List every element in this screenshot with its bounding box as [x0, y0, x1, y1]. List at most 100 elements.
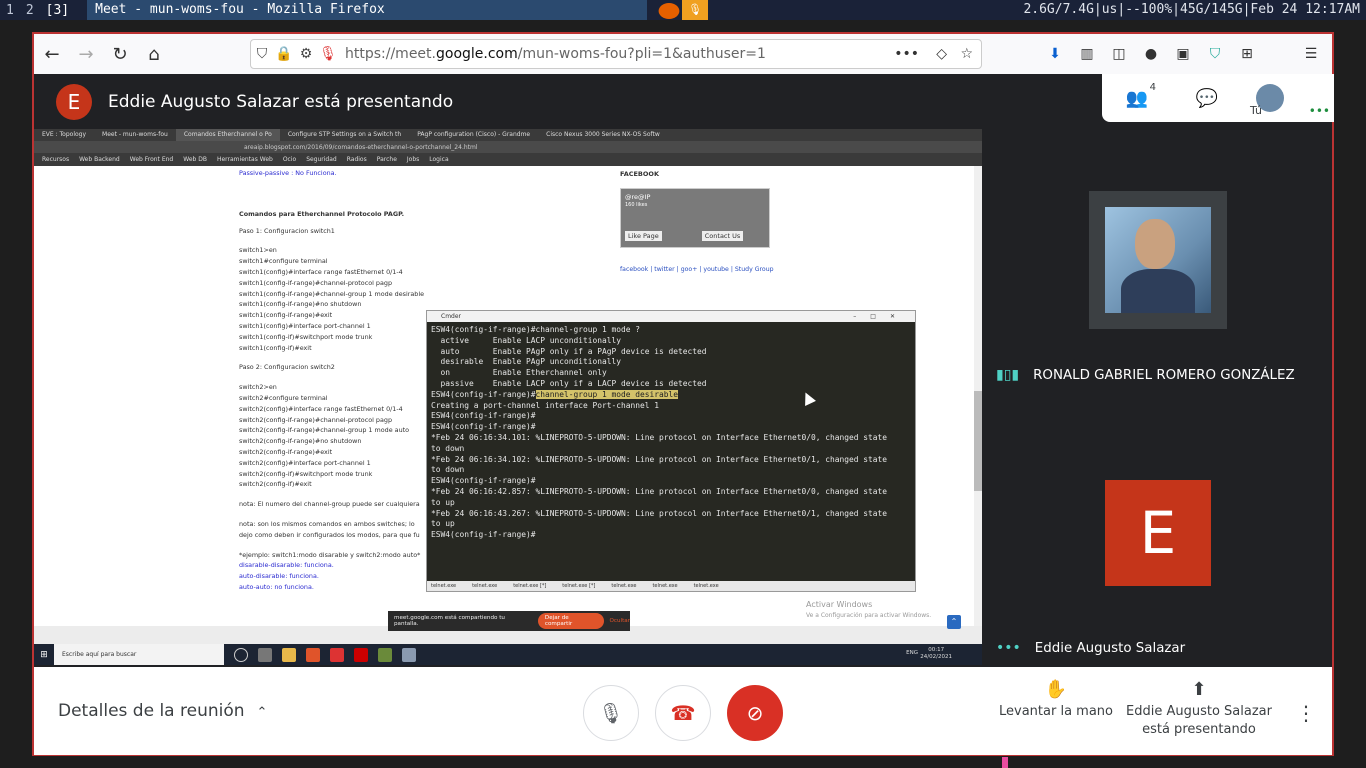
back-icon[interactable]: ←	[36, 38, 68, 70]
apps-icon[interactable]: ⊞	[1234, 40, 1260, 68]
presenting-button[interactable]: ⬆ Eddie Augusto Salazar está presentando	[1124, 681, 1274, 739]
activate-title: Activar Windows	[806, 600, 873, 609]
bookmark: Recursos	[42, 156, 70, 163]
bookmark: Ocio	[282, 156, 297, 163]
home-icon[interactable]: ⌂	[138, 38, 170, 70]
microphone-button[interactable]: 🎙	[583, 685, 639, 741]
presenting-label: Eddie Augusto Salazar	[1126, 704, 1272, 719]
present-icon: ⬆	[1191, 679, 1207, 700]
more-options-icon[interactable]: ⋮	[1296, 701, 1316, 725]
library-icon[interactable]: ▥	[1074, 40, 1100, 68]
self-label: Tú	[1250, 104, 1263, 117]
account-icon[interactable]: ●	[1138, 40, 1164, 68]
shared-address-bar: areaip.blogspot.com/2016/09/comandos-eth…	[34, 141, 982, 153]
bookmark: Web Backend	[79, 156, 120, 163]
browser-toolbar: ← → ↻ ⌂ ⛉ 🔒 ⚙ 🎙 https://meet.google.com/…	[34, 34, 1332, 74]
blog-line: Passive-passive : No Funciona.	[239, 169, 337, 177]
microphone-icon[interactable]: 🎙	[682, 0, 708, 20]
stop-sharing-button: Dejar de compartir	[537, 613, 604, 629]
forward-icon[interactable]: →	[70, 38, 102, 70]
participant-name: Eddie Augusto Salazar	[1034, 640, 1186, 656]
meeting-details-label: Detalles de la reunión	[58, 701, 245, 721]
blog-heading: Comandos para Etherchannel Protocolo PAG…	[239, 209, 405, 218]
extension-icon[interactable]: ▣	[1170, 40, 1196, 68]
blog-line: switch1(config)#interface range fastEthe…	[239, 267, 403, 276]
presenting-title: Eddie Augusto Salazar está presentando	[108, 92, 454, 112]
presenter-header: E Eddie Augusto Salazar está presentando	[56, 84, 453, 120]
blog-line: switch1>en	[239, 246, 277, 255]
terminal-line: passive Enable LACP only if a LACP devic…	[431, 378, 707, 388]
facebook-page-name: @re@IP	[625, 193, 651, 201]
shared-bookmarks: Recursos Web Backend Web Front End Web D…	[34, 153, 982, 166]
cmder-tab: telnet.exe	[431, 583, 457, 589]
window-title: Meet - mun-woms-fou - Mozilla Firefox	[87, 0, 648, 20]
firefox-window: ← → ↻ ⌂ ⛉ 🔒 ⚙ 🎙 https://meet.google.com/…	[32, 32, 1334, 756]
activate-windows-watermark: Activar Windows Ve a Configuración para …	[806, 600, 931, 621]
screen-share-notice: meet.google.com está compartiendo tu pan…	[388, 611, 630, 631]
download-icon[interactable]: ⬇	[1042, 40, 1068, 68]
self-audio-indicator: •••	[1308, 104, 1330, 118]
cmder-tab: telnet.exe	[693, 583, 719, 589]
workspace-2[interactable]: 2	[20, 3, 40, 18]
shield-extension-icon[interactable]: ⛉	[1202, 40, 1228, 68]
bookmark: Jobs	[406, 156, 420, 163]
terminal-line: auto Enable PAgP only if a PAgP device i…	[431, 346, 707, 356]
shared-browser-tabs: EVE : Topology Meet - mun-woms-fou Coman…	[34, 129, 982, 141]
cmder-title: Cmder	[441, 313, 462, 320]
system-status: 2.6G/7.4G|us|--100%|45G/145G|Feb 24 12:1…	[1023, 2, 1360, 17]
facebook-contact-button: Contact Us	[701, 231, 744, 241]
camera-button[interactable]: ⊘	[727, 685, 783, 741]
participant-avatar[interactable]: E	[1105, 480, 1211, 586]
page-actions-icon[interactable]: •••	[894, 46, 919, 62]
lock-icon[interactable]: 🔒	[273, 46, 295, 62]
url-bar[interactable]: ⛉ 🔒 ⚙ 🎙 https://meet.google.com/mun-woms…	[250, 39, 982, 69]
windows-start-icon: ⊞	[40, 649, 48, 660]
reload-icon[interactable]: ↻	[104, 38, 136, 70]
terminal-line: ESW4(config-if-range)#channel-group 1 mo…	[431, 389, 911, 401]
bookmark: Web DB	[183, 156, 207, 163]
terminal-line: desirable Enable PAgP unconditionally	[431, 357, 622, 367]
terminal-line: ESW4(config-if-range)#	[431, 530, 536, 540]
chat-button[interactable]: 💬	[1172, 88, 1242, 109]
blog-line: switch1(config-if-range)#no shutdown	[239, 300, 362, 309]
terminal-line: to down	[431, 443, 465, 453]
cmder-window: Cmder –□✕ ESW4(config-if-range)#channel-…	[426, 310, 916, 592]
terminal-line: ESW4(config-if-range)#	[431, 411, 536, 421]
participant-tile[interactable]	[1089, 191, 1227, 329]
microphone-icon: 🎙	[598, 701, 624, 725]
app-icon	[330, 647, 344, 662]
microphone-icon[interactable]: 🎙	[317, 46, 339, 62]
top-right-panel: 👥 4 💬 Tú •••	[1102, 74, 1334, 122]
workspace-3[interactable]: [3]	[40, 3, 75, 18]
shield-icon[interactable]: ⛉	[251, 46, 273, 62]
bookmark: Web Front End	[129, 156, 174, 163]
presenter-avatar: E	[56, 84, 92, 120]
participant-photo	[1105, 207, 1211, 313]
blog-line: switch1#configure terminal	[239, 257, 328, 266]
terminal-prompt: ESW4(config-if-range)#	[431, 389, 536, 399]
meet-content: E Eddie Augusto Salazar está presentando…	[34, 74, 1334, 755]
bookmark: Herramientas Web	[216, 156, 273, 163]
permissions-icon[interactable]: ⚙	[295, 46, 317, 62]
bookmark: Radios	[346, 156, 367, 163]
audio-level-icon: ▮▯▮	[996, 367, 1020, 383]
bookmark: Seguridad	[306, 156, 337, 163]
leave-call-button[interactable]: ☎	[655, 685, 711, 741]
url-text[interactable]: https://meet.google.com/mun-woms-fou?pli…	[345, 46, 766, 62]
participants-button[interactable]: 👥 4	[1102, 82, 1172, 109]
bookmark-star-icon[interactable]: ☆	[960, 46, 973, 62]
hang-up-icon: ☎	[670, 701, 696, 725]
firefox-icon[interactable]	[658, 3, 680, 19]
menu-icon[interactable]: ☰	[1298, 40, 1324, 68]
language-indicator: ENG	[906, 650, 918, 656]
taskbar-apps	[234, 647, 416, 662]
participant-name: RONALD GABRIEL ROMERO GONZÁLEZ	[1033, 367, 1295, 383]
sidebar-icon[interactable]: ◫	[1106, 40, 1132, 68]
shared-screen: EVE : Topology Meet - mun-woms-fou Coman…	[34, 129, 982, 665]
raise-hand-button[interactable]: ✋ Levantar la mano	[996, 681, 1116, 721]
meeting-details-button[interactable]: Detalles de la reunión ⌃	[58, 701, 267, 721]
workspace-1[interactable]: 1	[0, 3, 20, 18]
pocket-icon[interactable]: ◇	[936, 46, 947, 62]
cmder-titlebar: Cmder –□✕	[427, 311, 915, 322]
